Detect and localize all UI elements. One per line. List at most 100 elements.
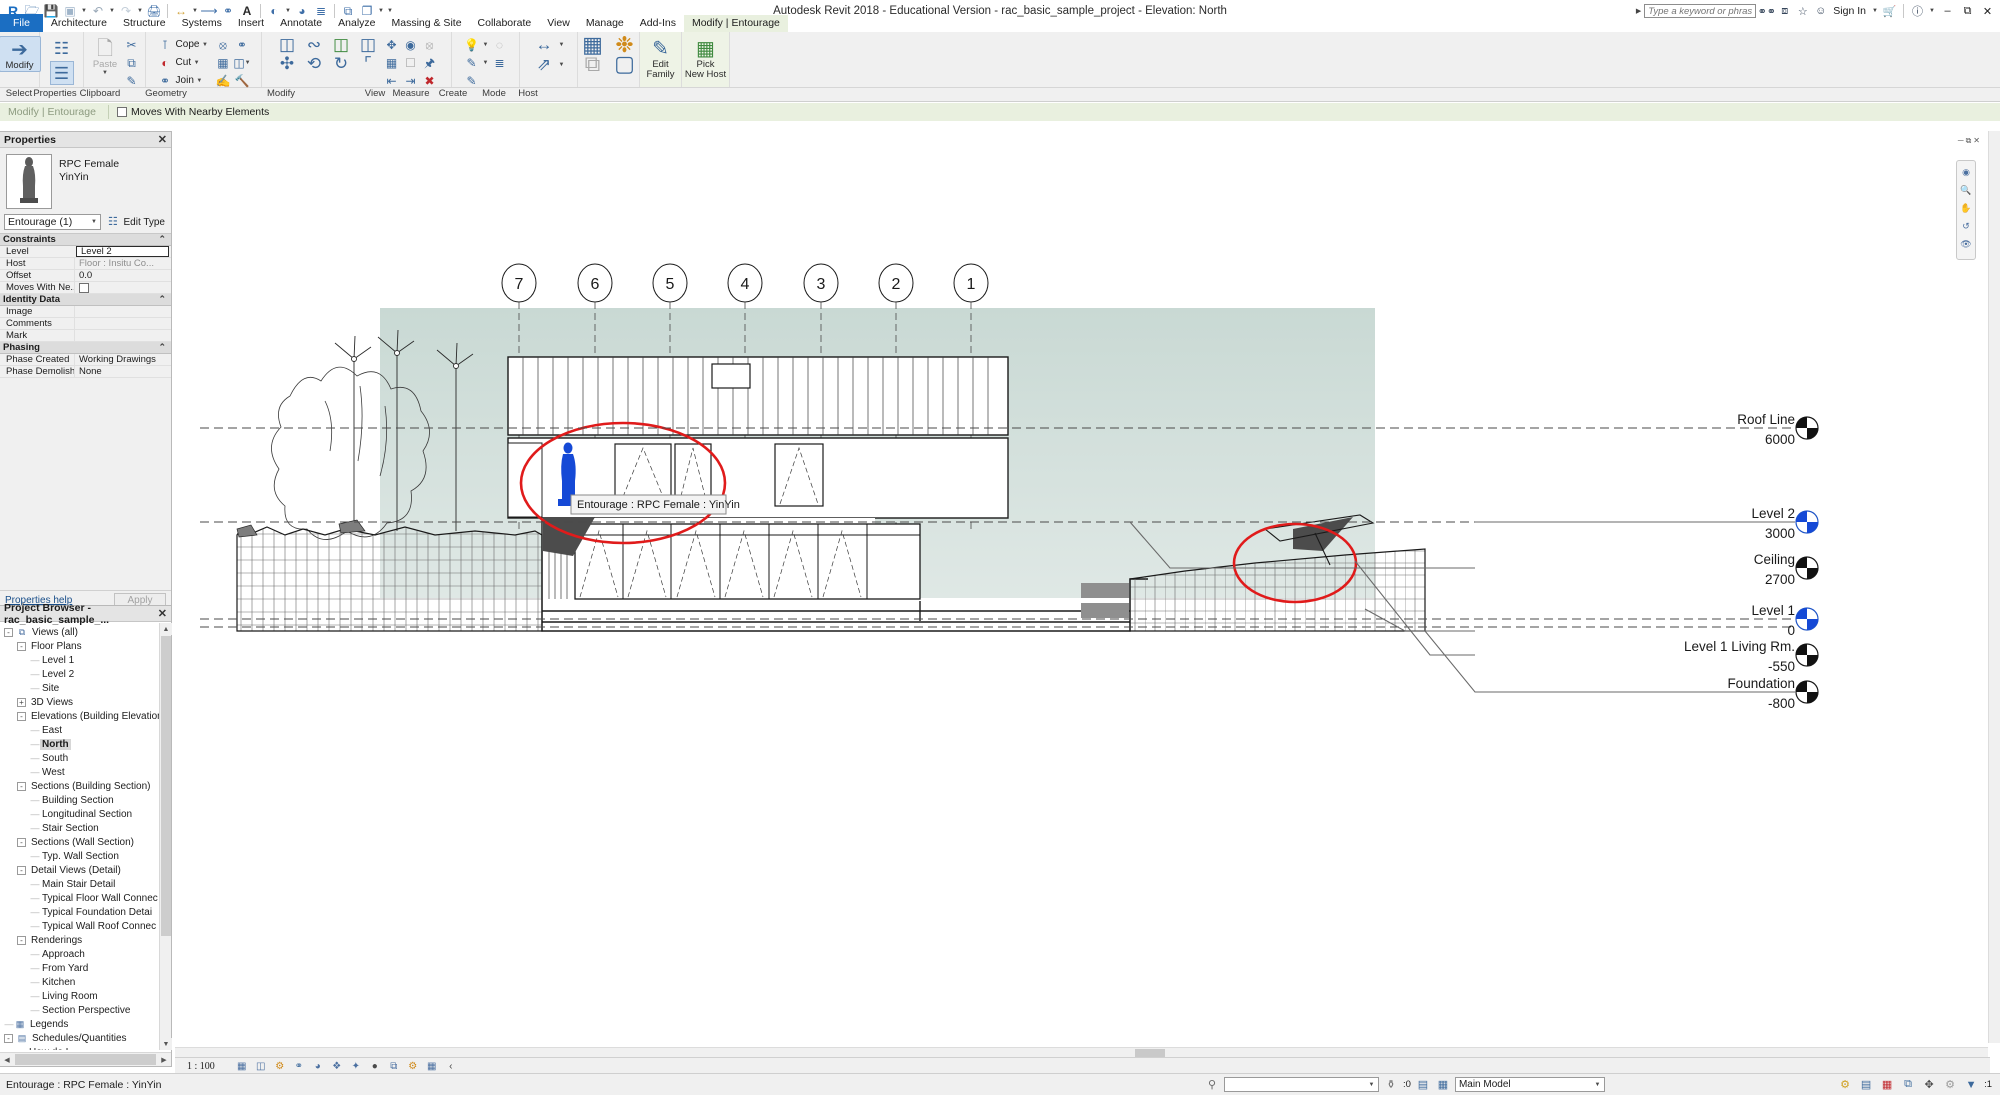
revit-logo-icon[interactable]: R bbox=[4, 2, 22, 20]
render-dialog-icon[interactable]: ❖ bbox=[330, 1060, 344, 1074]
title-bar-right-tools[interactable]: ▶ ⚭⚭ ⧈ ☆ ☺ Sign In ▼ 🛒 ⓘ ▼ – ⧉ ✕ bbox=[1636, 0, 2000, 22]
properties-palette-icon[interactable]: ☰ bbox=[49, 61, 74, 85]
scroll-thumb[interactable] bbox=[161, 636, 171, 936]
browser-horizontal-scrollbar[interactable]: ◀ ▶ bbox=[0, 1052, 171, 1066]
property-row-mark[interactable]: Mark bbox=[0, 330, 171, 342]
browser-node-sections-building-section[interactable]: - Sections (Building Section) bbox=[0, 779, 159, 793]
pan-icon[interactable]: ✋ bbox=[1959, 201, 1973, 215]
cope-caret-icon[interactable]: ▼ bbox=[201, 42, 208, 48]
browser-node-3d-views[interactable]: +3D Views bbox=[0, 695, 159, 709]
paste-caret-icon[interactable]: ▼ bbox=[102, 70, 109, 76]
open-icon[interactable]: 🗁 bbox=[23, 2, 41, 20]
scroll-up-arrow-icon[interactable]: ▲ bbox=[160, 623, 172, 635]
3d-view-caret-icon[interactable]: ▼ bbox=[284, 8, 292, 14]
browser-node-site[interactable]: — Site bbox=[0, 681, 159, 695]
close-inactive-views-icon[interactable]: ⧉ bbox=[339, 2, 357, 20]
paint-icon[interactable]: ✍ bbox=[214, 73, 231, 89]
demolish-hammer-icon[interactable]: 🔨 bbox=[233, 73, 250, 89]
browser-node-typical-foundation-detai[interactable]: — Typical Foundation Detai bbox=[0, 905, 159, 919]
select-links-icon[interactable]: ✥ bbox=[1921, 1077, 1937, 1093]
chevron-down-icon[interactable]: ▼ bbox=[1594, 1082, 1601, 1088]
measure-caret-3-icon[interactable]: ▼ bbox=[558, 62, 565, 68]
tab-view[interactable]: View bbox=[539, 15, 578, 32]
property-row-moves-with-nearby[interactable]: Moves With Ne... bbox=[0, 282, 171, 294]
scroll-right-arrow-icon[interactable]: ▶ bbox=[157, 1053, 171, 1067]
property-value[interactable]: None bbox=[74, 366, 171, 377]
detail-level-icon[interactable]: ◫ bbox=[254, 1060, 268, 1074]
close-view-icon[interactable]: ✕ bbox=[1973, 136, 1980, 146]
browser-node-schedules-quantities[interactable]: - ▤ Schedules/Quantities bbox=[0, 1031, 159, 1045]
demolish-icon[interactable]: ⦻ bbox=[214, 37, 231, 53]
join-label[interactable]: Join bbox=[176, 75, 194, 86]
browser-node-typical-wall-roof-connec[interactable]: — Typical Wall Roof Connec bbox=[0, 919, 159, 933]
cart-icon[interactable]: 🛒 bbox=[1882, 3, 1897, 19]
close-icon[interactable]: ✕ bbox=[158, 133, 167, 146]
copy-to-clipboard-icon[interactable]: ⧉ bbox=[123, 55, 140, 71]
close-button[interactable]: ✕ bbox=[1979, 3, 1996, 19]
properties-section-identity-data[interactable]: Identity Data ⌃ bbox=[0, 294, 171, 306]
collapse-icon[interactable]: ⌃ bbox=[158, 294, 171, 305]
tab-manage[interactable]: Manage bbox=[578, 15, 632, 32]
editing-request-icon[interactable]: ▦ bbox=[1435, 1077, 1451, 1093]
design-options-icon[interactable]: ⚲ bbox=[1204, 1077, 1220, 1093]
measure-caret-icon[interactable]: ▼ bbox=[191, 8, 199, 14]
visual-style-icon[interactable]: ⚙ bbox=[273, 1060, 287, 1074]
autodesk-app-store-icon[interactable]: ⧈ bbox=[1777, 3, 1792, 19]
moves-with-nearby-checkbox[interactable] bbox=[117, 107, 127, 117]
type-selector-combo[interactable]: Entourage (1) ▼ bbox=[4, 214, 102, 230]
cut-label[interactable]: Cut bbox=[176, 57, 192, 68]
aligned-dimension-icon[interactable]: ⟶ bbox=[200, 2, 218, 20]
tab-modify-entourage[interactable]: Modify | Entourage bbox=[683, 15, 788, 32]
linework-icon[interactable]: ✎ bbox=[463, 55, 480, 71]
pin-icon[interactable]: 🖈 bbox=[421, 55, 438, 71]
press-and-drag-icon[interactable]: ⚙ bbox=[1837, 1077, 1853, 1093]
customize-qat-caret-icon[interactable]: ▼ bbox=[386, 8, 394, 14]
redo-icon[interactable]: ↷ bbox=[117, 2, 135, 20]
browser-node-renderings[interactable]: - Renderings bbox=[0, 933, 159, 947]
modify-button[interactable]: ➔ Modify bbox=[0, 36, 41, 72]
property-row-phase-demolished[interactable]: Phase Demolish... None bbox=[0, 366, 171, 378]
chevron-down-icon[interactable]: ▼ bbox=[90, 219, 97, 225]
exclude-options-icon[interactable]: ⚱ bbox=[1383, 1077, 1399, 1093]
filter-icon[interactable]: ▼ bbox=[1963, 1077, 1979, 1093]
browser-node-views-all[interactable]: - ⧉ Views (all) bbox=[0, 625, 159, 639]
view-scale-label[interactable]: 1 : 100 bbox=[187, 1061, 215, 1072]
trim-extend-icon[interactable]: ⌜ bbox=[356, 52, 380, 76]
sun-path-icon[interactable]: ⚭ bbox=[292, 1060, 306, 1074]
property-value[interactable] bbox=[74, 306, 171, 317]
search-input[interactable] bbox=[1644, 4, 1757, 18]
browser-node-kitchen[interactable]: — Kitchen bbox=[0, 975, 159, 989]
scale-icon[interactable]: ◉ bbox=[402, 37, 419, 53]
browser-node-south[interactable]: — South bbox=[0, 751, 159, 765]
properties-section-phasing[interactable]: Phasing ⌃ bbox=[0, 342, 171, 354]
create-part-icon[interactable]: ⧉ bbox=[578, 50, 608, 78]
user-icon[interactable]: ☺ bbox=[1813, 3, 1828, 19]
save-as-caret-icon[interactable]: ▼ bbox=[80, 8, 88, 14]
workset-combo[interactable]: Main Model ▼ bbox=[1454, 1077, 1605, 1092]
property-value[interactable] bbox=[74, 318, 171, 329]
crop-view-icon[interactable]: ✦ bbox=[349, 1060, 363, 1074]
collapse-toggle-icon[interactable]: - bbox=[17, 865, 26, 875]
cope-icon[interactable]: ⊺ bbox=[157, 37, 174, 53]
array-icon[interactable]: ✥ bbox=[383, 37, 400, 53]
linework-caret-icon[interactable]: ▼ bbox=[482, 60, 489, 66]
redo-caret-icon[interactable]: ▼ bbox=[136, 8, 144, 14]
collapse-toggle-icon[interactable]: - bbox=[17, 837, 26, 847]
steering-wheel-icon[interactable]: ◉ bbox=[1959, 165, 1973, 179]
override-graphics-icon[interactable]: ✎ bbox=[463, 73, 480, 89]
text-icon[interactable]: A bbox=[238, 2, 256, 20]
minimize-view-icon[interactable]: ─ bbox=[1958, 136, 1964, 146]
undo-caret-icon[interactable]: ▼ bbox=[108, 8, 116, 14]
scroll-left-arrow-icon[interactable]: ◀ bbox=[0, 1053, 14, 1067]
property-row-level[interactable]: Level Level 2 bbox=[0, 246, 171, 258]
property-row-host[interactable]: Host Floor : Insitu Co... bbox=[0, 258, 171, 270]
expand-toggle-icon[interactable]: + bbox=[17, 697, 26, 707]
save-icon[interactable]: 💾 bbox=[42, 2, 60, 20]
property-value[interactable] bbox=[74, 282, 171, 293]
cope-label[interactable]: Cope bbox=[176, 39, 200, 50]
browser-node-legends[interactable]: — ▦ Legends bbox=[0, 1017, 159, 1031]
chevron-down-icon[interactable]: ▼ bbox=[1368, 1082, 1375, 1088]
undo-icon[interactable]: ↶ bbox=[89, 2, 107, 20]
drawing-canvas[interactable]: 7 6 5 4 3 2 1 Entourage: RPC Female: Y… bbox=[175, 131, 1990, 1061]
property-row-offset[interactable]: Offset 0.0 bbox=[0, 270, 171, 282]
